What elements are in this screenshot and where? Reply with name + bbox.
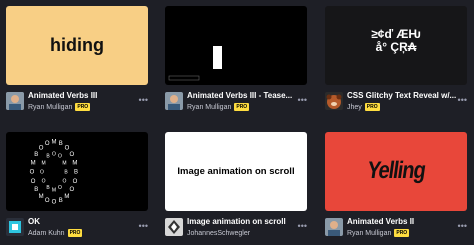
pen-preview[interactable]: hiding	[6, 6, 148, 85]
boom-letter: O	[73, 179, 78, 185]
boom-letter: O	[39, 145, 44, 151]
boom-letter: O	[30, 170, 35, 176]
author-name[interactable]: JohannesSchwegler	[187, 230, 250, 237]
pen-title[interactable]: CSS Glitchy Text Reveal w/...	[347, 91, 457, 100]
preview-text: Yelling	[365, 157, 427, 185]
boom-letter: O	[45, 198, 50, 204]
boom-letter: M	[52, 140, 57, 146]
boom-letter: B	[59, 198, 63, 204]
pen-title[interactable]: Animated Verbs II	[347, 217, 457, 226]
pen-preview[interactable]: BOOMBOOMBOOMBOOMBOOMBOOMBOOMBOOM	[6, 132, 148, 211]
boom-letter: O	[31, 179, 36, 185]
boom-letter: B	[46, 154, 50, 160]
boom-letter: O	[69, 152, 74, 158]
boom-letter: B	[59, 141, 63, 147]
avatar[interactable]	[6, 92, 24, 110]
pro-badge: PRO	[234, 103, 250, 111]
avatar[interactable]	[6, 218, 24, 236]
preview-text: hiding	[50, 35, 104, 55]
preview-text: Image animation on scroll	[177, 166, 295, 177]
pen-preview[interactable]	[165, 6, 307, 85]
pen-preview[interactable]: ≥¢ď ÆǶ å° ÇŖ₳	[325, 6, 467, 85]
boom-letter: O	[62, 178, 66, 184]
boom-letter: O	[52, 200, 57, 206]
avatar[interactable]	[165, 92, 183, 110]
pen-preview[interactable]: Image animation on scroll	[165, 132, 307, 211]
avatar[interactable]	[165, 218, 183, 236]
boom-letter: M	[52, 187, 56, 193]
pen-title[interactable]: Animated Verbs III	[28, 91, 138, 100]
boom-letter: B	[64, 169, 68, 175]
more-options-button[interactable]: •••	[139, 96, 148, 105]
boom-letter: O	[58, 154, 62, 160]
boom-letter: B	[34, 152, 38, 158]
author-name[interactable]: Ryan Mulligan	[28, 104, 72, 111]
boom-letter: M	[72, 160, 77, 166]
more-options-button[interactable]: •••	[458, 96, 467, 105]
boom-letter: O	[58, 185, 62, 191]
boom-letter: M	[64, 194, 69, 200]
boom-letter: O	[42, 178, 46, 184]
boom-letter: M	[31, 160, 36, 166]
author-name[interactable]: Adam Kuhn	[28, 230, 65, 237]
boom-letter: O	[40, 169, 44, 175]
avatar[interactable]	[325, 218, 343, 236]
pro-badge: PRO	[67, 229, 83, 237]
boom-letter: O	[65, 145, 70, 151]
pro-badge: PRO	[364, 103, 380, 111]
boom-letter: B	[74, 170, 78, 176]
more-options-button[interactable]: •••	[458, 222, 467, 231]
pen-preview[interactable]: Yelling	[325, 132, 467, 211]
boom-letter: M	[39, 194, 44, 200]
more-options-button[interactable]: •••	[139, 222, 148, 231]
pen-title[interactable]: Animated Verbs III - Tease...	[187, 91, 297, 100]
boom-letter: O	[69, 187, 74, 193]
avatar[interactable]	[325, 92, 343, 110]
pen-title[interactable]: OK	[28, 217, 138, 226]
more-options-button[interactable]: •••	[298, 222, 307, 231]
pen-title[interactable]: Image animation on scroll	[187, 217, 297, 226]
boom-letter: M	[42, 160, 46, 166]
boom-ring-graphic: BOOMBOOMBOOMBOO M BOOMBOOMBOOMB O OM	[30, 140, 78, 206]
boom-letter: O	[45, 141, 50, 147]
boom-letter: B	[46, 185, 50, 191]
boom-letter: M	[62, 160, 66, 166]
author-name[interactable]: Ryan Mulligan	[347, 230, 391, 237]
boom-letter: O	[52, 151, 56, 157]
boom-letter: B	[34, 187, 38, 193]
preview-glitch-line-2: å° ÇŖ₳	[375, 40, 417, 54]
author-name[interactable]: Ryan Mulligan	[187, 104, 231, 111]
pro-badge: PRO	[75, 103, 91, 111]
more-options-button[interactable]: •••	[298, 96, 307, 105]
author-name[interactable]: Jhey	[347, 104, 362, 111]
pro-badge: PRO	[394, 229, 410, 237]
